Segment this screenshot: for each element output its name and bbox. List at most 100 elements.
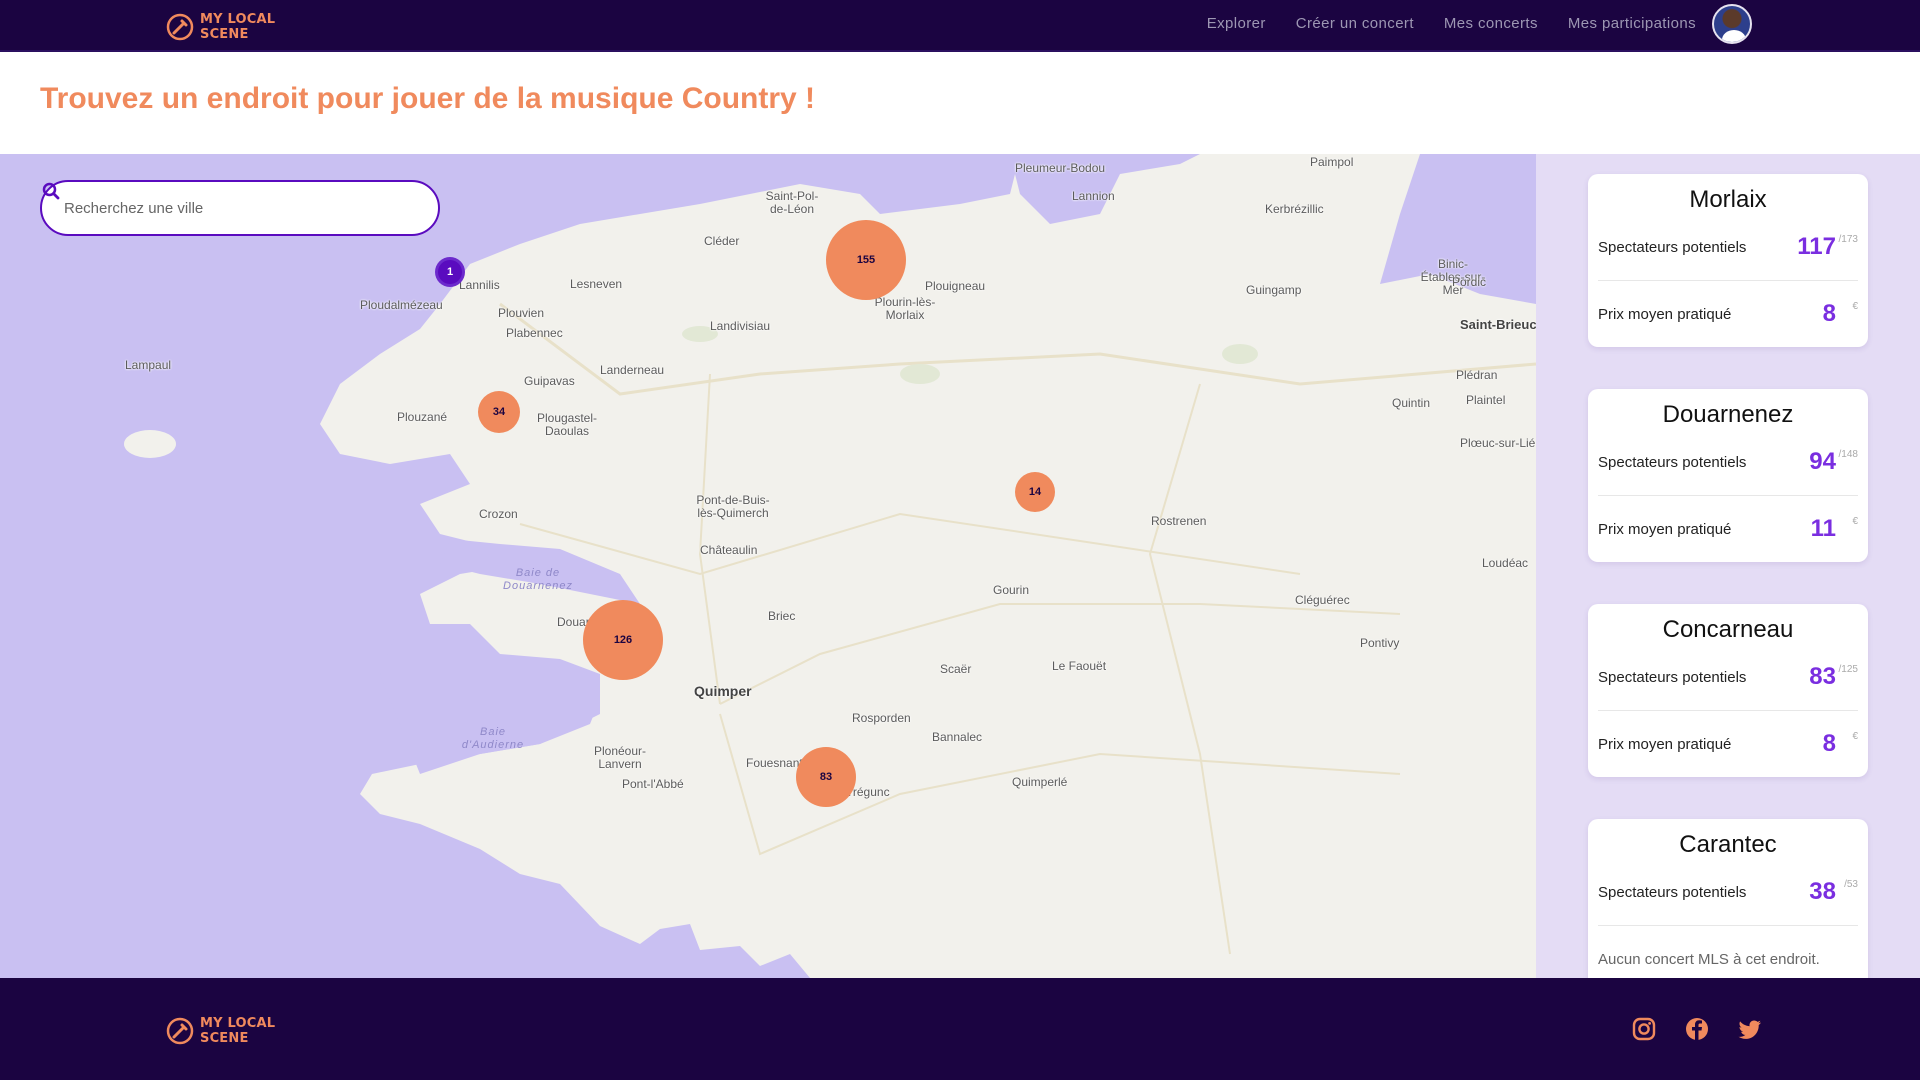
price-unit: € (1852, 731, 1858, 742)
price-unit: € (1852, 301, 1858, 312)
place-label: Landivisiau (710, 319, 771, 333)
instagram-icon[interactable] (1630, 1015, 1658, 1043)
place-label: Lannion (1072, 189, 1115, 203)
nav-my-participations[interactable]: Mes participations (1568, 15, 1696, 32)
place-label: Quimperlé (1012, 775, 1068, 789)
place-label: Cléder (704, 234, 740, 248)
city-name: Morlaix (1689, 186, 1767, 213)
guitar-pick-icon (166, 13, 194, 41)
place-label: Plouvien (498, 306, 545, 320)
footer: MY LOCAL SCENE (0, 978, 1920, 1080)
title-bar: Trouvez un endroit pour jouer de la musi… (0, 52, 1920, 154)
city-name: Carantec (1679, 831, 1777, 858)
place-label: Guingamp (1246, 283, 1302, 297)
price-row: Prix moyen pratiqué 11 € (1598, 495, 1858, 562)
facebook-icon[interactable] (1683, 1015, 1711, 1043)
spectators-row: Spectateurs potentiels 83 /125 (1598, 644, 1858, 710)
spectators-total: /125 (1838, 664, 1858, 675)
place-label: Ploudalmézeau (360, 298, 443, 312)
city-card[interactable]: Morlaix Spectateurs potentiels 117 /173 … (1588, 174, 1868, 347)
map-cluster-marker[interactable]: 14 (1015, 472, 1055, 512)
place-label: Châteaulin (700, 543, 758, 557)
map[interactable]: Pleumeur-Bodou Paimpol Lannion Kerbrézil… (0, 154, 1536, 978)
place-label: Pont-de-Buis-lès-Quimerch (696, 493, 770, 520)
place-label: Bannalec (932, 730, 983, 744)
nav-create-concert[interactable]: Créer un concert (1296, 15, 1414, 32)
spectators-row: Spectateurs potentiels 117 /173 (1598, 214, 1858, 280)
guitar-pick-icon (166, 1017, 194, 1045)
place-label: Cléguérec (1295, 593, 1350, 607)
place-label: Guipavas (524, 374, 575, 388)
place-label: Scaër (940, 662, 972, 676)
place-label: Plouzané (397, 410, 448, 424)
spectators-row: Spectateurs potentiels 38 /53 (1598, 859, 1858, 925)
spectators-label: Spectateurs potentiels (1598, 238, 1747, 256)
user-avatar[interactable] (1712, 4, 1752, 44)
price-label: Prix moyen pratiqué (1598, 305, 1732, 323)
footer-logo[interactable]: MY LOCAL SCENE (166, 1016, 275, 1046)
city-name: Concarneau (1662, 616, 1794, 643)
place-label: Pordic (1452, 275, 1487, 289)
spectators-value: 83 (1809, 663, 1836, 690)
nav-explorer[interactable]: Explorer (1207, 15, 1266, 32)
place-label: Plonéour-Lanvern (593, 744, 647, 771)
city-card[interactable]: Concarneau Spectateurs potentiels 83 /12… (1588, 604, 1868, 777)
place-label: Pleumeur-Bodou (1015, 161, 1106, 175)
place-label: Briec (768, 609, 796, 623)
place-label: Loudéac (1482, 556, 1529, 570)
place-label: Plougastel-Daoulas (536, 411, 598, 438)
logo-text-line1: MY LOCAL (200, 1016, 276, 1031)
place-label: Plouigneau (925, 279, 986, 293)
place-label: Plœuc-sur-Lié (1460, 436, 1536, 450)
top-navbar: MY LOCAL SCENE Explorer Créer un concert… (0, 0, 1920, 52)
city-card[interactable]: Douarnenez Spectateurs potentiels 94 /14… (1588, 389, 1868, 562)
twitter-icon[interactable] (1736, 1015, 1764, 1043)
place-label: Crozon (479, 507, 518, 521)
nav-my-concerts[interactable]: Mes concerts (1444, 15, 1538, 32)
map-cluster-marker[interactable]: 83 (796, 747, 856, 807)
logo-text: MY LOCAL SCENE (200, 1016, 275, 1046)
main-nav: Explorer Créer un concert Mes concerts M… (1207, 15, 1696, 32)
price-unit: € (1852, 516, 1858, 527)
price-row: Prix moyen pratiqué 8 € (1598, 710, 1858, 777)
price-row: Prix moyen pratiqué 8 € (1598, 280, 1858, 347)
place-label: Plaintel (1466, 393, 1506, 407)
spectators-row: Spectateurs potentiels 94 /148 (1598, 429, 1858, 495)
price-label: Prix moyen pratiqué (1598, 520, 1732, 538)
place-label: Rosporden (852, 711, 911, 725)
place-label: Plourin-lès-Morlaix (874, 295, 936, 322)
price-label: Prix moyen pratiqué (1598, 735, 1732, 753)
spectators-total: /148 (1838, 449, 1858, 460)
page-title: Trouvez un endroit pour jouer de la musi… (40, 82, 816, 115)
map-cluster-marker[interactable]: 1 (435, 257, 465, 287)
map-background (0, 154, 1536, 978)
logo-text-line2: SCENE (200, 1031, 249, 1046)
city-list-panel: Morlaix Spectateurs potentiels 117 /173 … (1536, 154, 1920, 978)
place-label: Pontivy (1360, 636, 1400, 650)
place-label: Paimpol (1310, 155, 1354, 169)
city-search-input[interactable] (62, 198, 366, 218)
place-label: Baie de Douarnenez (503, 567, 573, 592)
logo-text-line2: SCENE (200, 27, 249, 42)
note-row: Aucun concert MLS à cet endroit. (1598, 925, 1858, 978)
place-label: Plédran (1456, 368, 1498, 382)
logo[interactable]: MY LOCAL SCENE (166, 12, 275, 42)
place-label: Fouesnant (746, 756, 803, 770)
logo-text: MY LOCAL SCENE (200, 12, 275, 42)
map-cluster-marker[interactable]: 34 (478, 391, 520, 433)
place-label: Lampaul (125, 358, 172, 372)
spectators-label: Spectateurs potentiels (1598, 453, 1747, 471)
spectators-label: Spectateurs potentiels (1598, 668, 1747, 686)
map-cluster-marker[interactable]: 155 (826, 220, 906, 300)
place-label: Saint-Brieuc (1460, 317, 1536, 332)
place-label: Quintin (1392, 396, 1431, 410)
spectators-label: Spectateurs potentiels (1598, 883, 1747, 901)
place-label: Kerbrézillic (1265, 202, 1324, 216)
search-icon[interactable] (42, 182, 60, 200)
place-label: Plabennec (506, 326, 563, 340)
place-label: Lesneven (570, 277, 623, 291)
city-card[interactable]: Carantec Spectateurs potentiels 38 /53 A… (1588, 819, 1868, 978)
spectators-total: /173 (1838, 234, 1858, 245)
map-cluster-marker[interactable]: 126 (583, 600, 663, 680)
place-label: Lannilis (459, 278, 500, 292)
